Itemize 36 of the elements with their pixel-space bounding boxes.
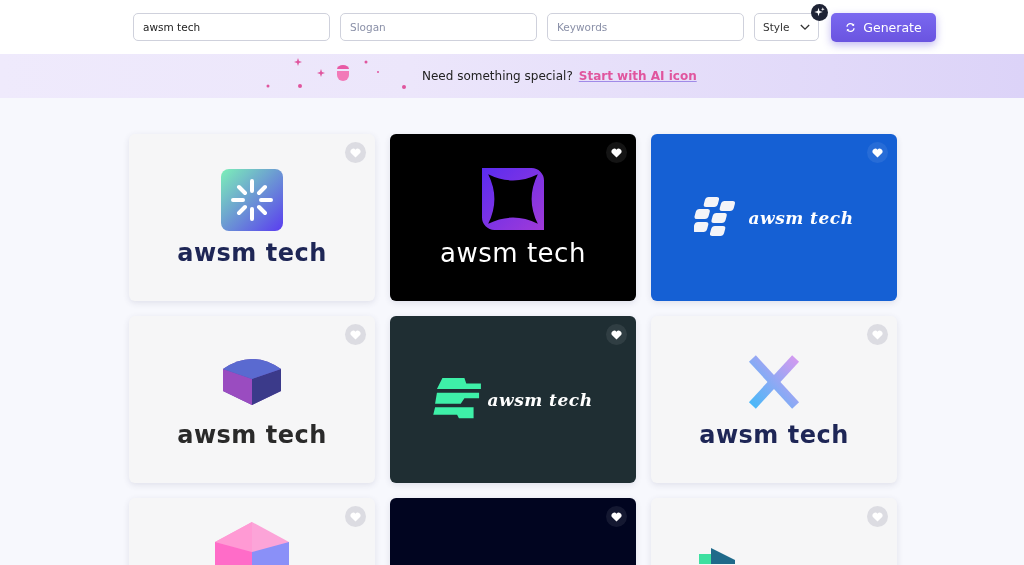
name-field[interactable]: awsm tech xyxy=(133,13,330,41)
logo-card[interactable]: awsm tech xyxy=(651,134,897,301)
chevron-down-icon xyxy=(800,23,810,31)
heart-icon xyxy=(611,329,622,340)
logo-card[interactable]: awsm tech xyxy=(129,316,375,483)
generate-button[interactable]: Generate xyxy=(831,12,936,42)
heart-icon xyxy=(872,511,883,522)
logo-mark-drawing xyxy=(221,168,283,231)
refresh-icon xyxy=(845,21,857,33)
logo-card[interactable]: awsm tech xyxy=(129,134,375,301)
sparkle-icon xyxy=(811,4,828,21)
logo-wordmark: awsm tech xyxy=(440,237,586,268)
heart-icon xyxy=(611,511,622,522)
favorite-button[interactable] xyxy=(606,324,627,345)
logo-wordmark: awsm tech xyxy=(699,420,849,449)
heart-icon xyxy=(350,147,361,158)
heart-icon xyxy=(350,329,361,340)
logo-card[interactable]: awsm tech xyxy=(390,134,636,301)
logo-wordmark: awsm tech xyxy=(748,207,854,228)
banner-text: Need something special? xyxy=(422,69,573,83)
logo-wordmark: awsm tech xyxy=(487,389,593,410)
logo-wordmark: awsm tech xyxy=(177,420,327,449)
heart-icon xyxy=(872,147,883,158)
logo-card[interactable]: awsm tech xyxy=(390,316,636,483)
name-value: awsm tech xyxy=(143,21,201,33)
keywords-placeholder: Keywords xyxy=(557,21,608,33)
logo-mark-drawing xyxy=(482,167,544,230)
heart-icon xyxy=(611,147,622,158)
heart-icon xyxy=(872,329,883,340)
favorite-button[interactable] xyxy=(606,506,627,527)
logo-card[interactable]: awsm tech xyxy=(651,316,897,483)
slogan-placeholder: Slogan xyxy=(350,21,386,33)
logo-wordmark: awsm tech xyxy=(177,238,327,267)
favorite-button[interactable] xyxy=(606,142,627,163)
style-dropdown[interactable]: Style xyxy=(754,13,819,41)
heart-icon xyxy=(350,511,361,522)
